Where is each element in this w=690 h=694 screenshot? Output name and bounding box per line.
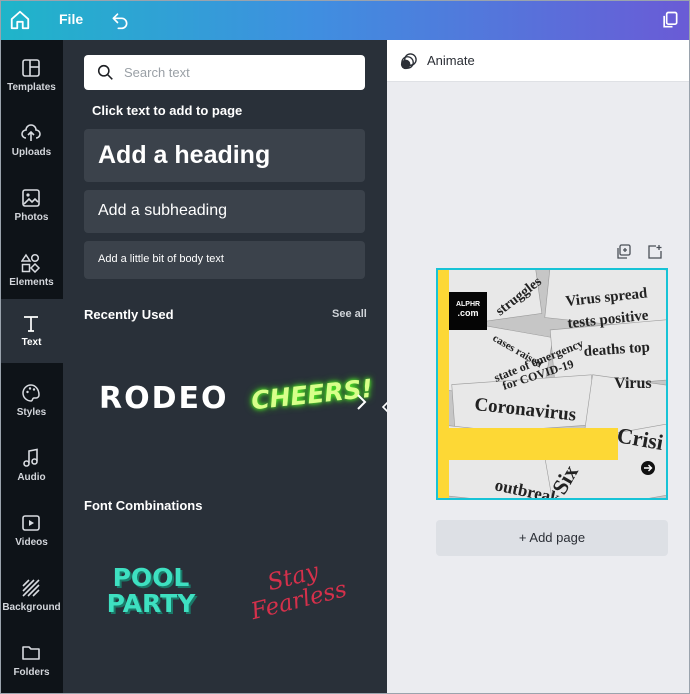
- duplicate-page-icon[interactable]: [615, 244, 631, 260]
- add-page-icon[interactable]: [647, 244, 663, 260]
- text-icon: [24, 316, 38, 332]
- templates-icon: [22, 59, 40, 77]
- folder-icon: [22, 646, 40, 660]
- chevron-right-icon[interactable]: [355, 392, 369, 412]
- rail-label: Elements: [9, 277, 54, 288]
- rail-label: Uploads: [11, 147, 52, 158]
- rail-item-templates[interactable]: Templates: [0, 44, 63, 108]
- add-body-text-button[interactable]: Add a little bit of body text: [84, 241, 365, 279]
- recently-used-title: Recently Used: [84, 307, 174, 322]
- logo-text: ALPHR: [456, 301, 480, 308]
- see-all-link[interactable]: See all: [332, 308, 367, 320]
- palette-icon: [22, 384, 40, 402]
- party-line: PARTY: [106, 589, 196, 618]
- music-icon: [23, 448, 38, 467]
- rail-item-uploads[interactable]: Uploads: [0, 109, 63, 173]
- undo-icon[interactable]: [110, 10, 130, 30]
- add-subheading-button[interactable]: Add a subheading: [84, 190, 365, 233]
- font-combinations-title: Font Combinations: [84, 498, 203, 513]
- rail-label: Styles: [16, 407, 47, 418]
- rail-label: Audio: [17, 472, 46, 483]
- newspaper-collage-image: Virus spread struggles tests positive de…: [438, 270, 666, 498]
- background-icon: [22, 579, 40, 597]
- search-input[interactable]: Search text: [84, 55, 365, 90]
- animate-label: Animate: [427, 53, 475, 68]
- pool-party-text: POOL PARTY: [97, 565, 205, 617]
- rail-item-audio[interactable]: Audio: [0, 434, 63, 498]
- text-panel: Search text Click text to add to page Ad…: [63, 40, 387, 694]
- pool-line: POOL: [112, 563, 190, 592]
- elements-icon: [21, 253, 41, 273]
- rail-item-videos[interactable]: Videos: [0, 499, 63, 563]
- rail-label: Templates: [7, 82, 56, 93]
- animate-button[interactable]: Animate: [387, 40, 690, 82]
- home-icon[interactable]: [9, 9, 31, 31]
- rail-item-styles[interactable]: Styles: [0, 369, 63, 433]
- rail-item-elements[interactable]: Elements: [0, 239, 63, 303]
- upload-icon: [21, 124, 41, 141]
- rail-label: Videos: [15, 537, 48, 548]
- headline-text: Virus: [614, 375, 652, 392]
- workspace: Animate Virus spread struggles tests pos…: [387, 40, 690, 694]
- duplicate-icon[interactable]: [660, 10, 680, 30]
- video-icon: [22, 515, 40, 531]
- rail-label: Background: [2, 602, 61, 613]
- rail-item-folders[interactable]: Folders: [0, 629, 63, 693]
- left-rail: Templates Uploads Photos Elements Text S…: [0, 40, 63, 694]
- add-page-button[interactable]: + Add page: [436, 520, 668, 556]
- rail-label: Folders: [13, 667, 50, 678]
- photo-icon: [22, 189, 40, 207]
- logo-text: .com: [457, 308, 478, 318]
- rail-label: Photos: [14, 212, 49, 223]
- search-icon: [97, 64, 113, 80]
- rail-item-photos[interactable]: Photos: [0, 174, 63, 238]
- animate-icon: [400, 53, 417, 70]
- rail-item-background[interactable]: Background: [0, 564, 63, 628]
- file-menu[interactable]: File: [59, 11, 83, 27]
- top-bar: File: [0, 0, 690, 40]
- rail-label: Text: [21, 337, 42, 348]
- rail-item-text[interactable]: Text: [0, 299, 63, 363]
- design-canvas[interactable]: Virus spread struggles tests positive de…: [436, 268, 668, 500]
- panel-hint: Click text to add to page: [92, 103, 243, 118]
- add-heading-button[interactable]: Add a heading: [84, 129, 365, 182]
- rodeo-text: RODEO: [99, 381, 229, 416]
- search-placeholder: Search text: [124, 65, 190, 80]
